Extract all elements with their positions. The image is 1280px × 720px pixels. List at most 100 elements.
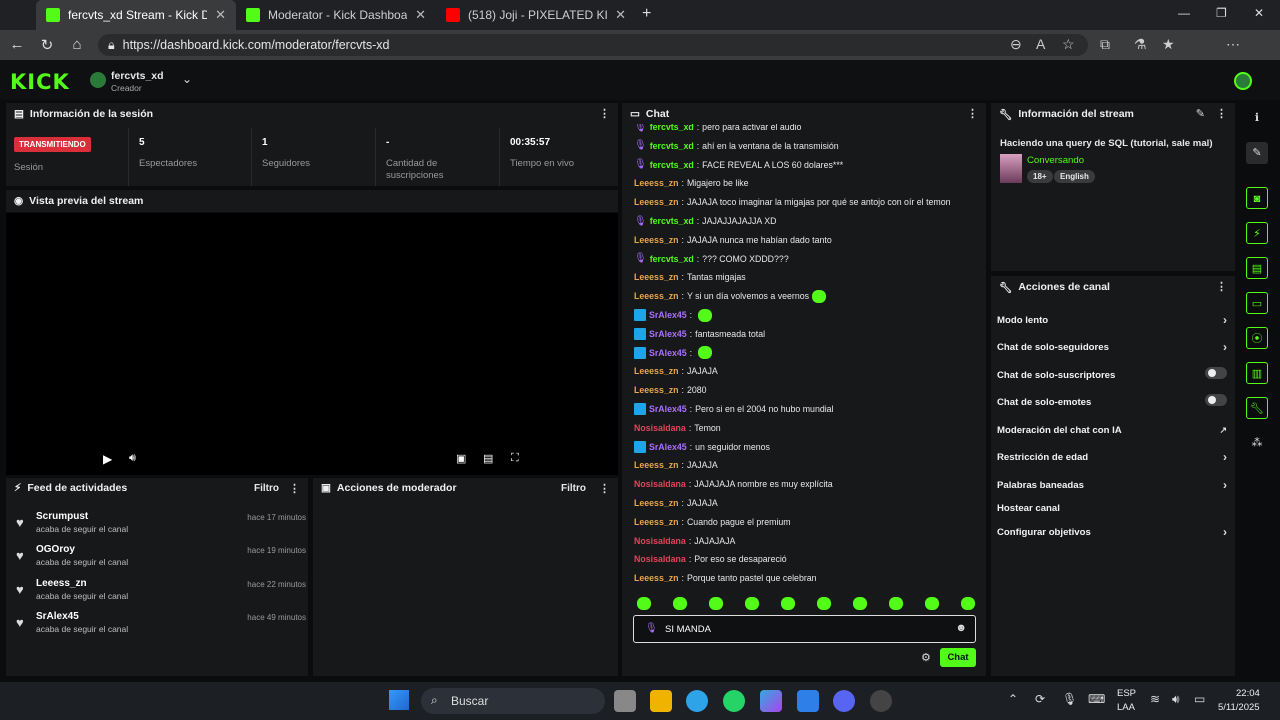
home-icon[interactable]: ⌂	[62, 36, 92, 53]
emote-icon[interactable]	[745, 597, 759, 610]
channel-action-item[interactable]: Chat de solo-seguidores ›	[997, 340, 1227, 354]
chat-input[interactable]: 🎙︎ SI MANDA ☻	[633, 615, 976, 643]
camera-icon[interactable]: ◙	[1246, 187, 1268, 209]
channel-action-item[interactable]: Hostear canal	[997, 503, 1227, 514]
feed-filter-button[interactable]: Filtro	[254, 483, 279, 494]
chat-username[interactable]: Leeess_zn	[634, 197, 679, 207]
chat-username[interactable]: Leeess_zn	[634, 517, 679, 527]
obs-icon[interactable]	[870, 690, 892, 712]
clock-date[interactable]: 5/11/2025	[1218, 702, 1260, 713]
channel-action-item[interactable]: Chat de solo-emotes	[997, 394, 1227, 408]
emote-icon[interactable]	[961, 597, 975, 610]
favorites-icon[interactable]: ★	[1162, 36, 1175, 53]
kebab-menu-icon[interactable]: ⋮	[289, 482, 300, 495]
emote-icon[interactable]	[637, 597, 651, 610]
tray-chevron-icon[interactable]: ⌃	[1008, 692, 1018, 706]
discord-icon[interactable]	[833, 690, 855, 712]
extensions-icon[interactable]: ⧉	[1100, 36, 1110, 53]
stream-preview-video[interactable]	[6, 213, 618, 475]
chat-username[interactable]: fercvts_xd	[650, 141, 694, 151]
channel-action-item[interactable]: Palabras baneadas ›	[997, 478, 1227, 492]
miniplayer-icon[interactable]: ▣	[456, 452, 466, 465]
play-icon[interactable]: ▶	[103, 452, 112, 466]
tab-dashboard[interactable]: fercvts_xd Stream - Kick Dashboa ✕	[36, 0, 236, 30]
url-field[interactable]: 🔒︎ https://dashboard.kick.com/moderator/…	[98, 34, 1088, 56]
zoom-icon[interactable]: ⊖	[1010, 36, 1022, 53]
chat-icon[interactable]: ▭	[1246, 292, 1268, 314]
mod-filter-button[interactable]: Filtro	[561, 483, 586, 494]
chat-username[interactable]: Nosisaldana	[634, 554, 686, 564]
chat-username[interactable]: SrAlex45	[649, 404, 687, 414]
new-tab-icon[interactable]: +	[642, 5, 651, 23]
wifi-icon[interactable]: ≋	[1150, 692, 1160, 706]
chat-username[interactable]: fercvts_xd	[650, 254, 694, 264]
reload-icon[interactable]: ↻	[32, 36, 62, 54]
chat-username[interactable]: Nosisaldana	[634, 479, 686, 489]
more-icon[interactable]: ⋯	[1226, 36, 1240, 53]
favorite-icon[interactable]: ☆	[1062, 36, 1075, 53]
edge-icon[interactable]	[686, 690, 708, 712]
info-icon[interactable]: ℹ	[1246, 107, 1268, 129]
tab-moderator[interactable]: Moderator - Kick Dashboard ✕	[236, 0, 436, 30]
mic-tray-icon[interactable]: 🎙︎	[1062, 692, 1077, 706]
chat-username[interactable]: Leeess_zn	[634, 498, 679, 508]
emote-icon[interactable]	[925, 597, 939, 610]
chat-username[interactable]: fercvts_xd	[650, 124, 694, 132]
chat-username[interactable]: Leeess_zn	[634, 178, 679, 188]
account-avatar[interactable]	[1234, 72, 1252, 90]
chat-username[interactable]: Leeess_zn	[634, 573, 679, 583]
chat-username[interactable]: Leeess_zn	[634, 366, 679, 376]
task-view-icon[interactable]	[614, 690, 636, 712]
kebab-menu-icon[interactable]: ⋮	[1216, 280, 1227, 293]
extension2-icon[interactable]: ⚗	[1134, 36, 1147, 53]
lightning-icon[interactable]: ⚡︎	[1246, 222, 1268, 244]
chat-username[interactable]: Nosisaldana	[634, 423, 686, 433]
broadcast-icon[interactable]: ⦿	[1246, 327, 1268, 349]
close-tab-icon[interactable]: ✕	[215, 7, 226, 23]
chat-settings-icon[interactable]: ⚙	[921, 651, 931, 664]
emoji-icon[interactable]: ☻	[955, 622, 967, 634]
toggle-switch[interactable]	[1205, 394, 1227, 406]
emote-icon[interactable]	[709, 597, 723, 610]
whatsapp-icon[interactable]	[723, 690, 745, 712]
minimize-icon[interactable]: —	[1178, 6, 1190, 20]
tab-youtube[interactable]: (518) Joji - PIXELATED KISSES - Yo ✕	[436, 0, 636, 30]
battery-icon[interactable]: ▭	[1194, 692, 1205, 706]
document-icon[interactable]: ▤	[1246, 257, 1268, 279]
speaker-icon[interactable]: 🔊︎	[1172, 692, 1180, 707]
channel-action-item[interactable]: Configurar objetivos ›	[997, 525, 1227, 539]
fullscreen-icon[interactable]: ⛶	[511, 452, 519, 465]
windows-start-icon[interactable]	[389, 690, 409, 710]
clock-time[interactable]: 22:04	[1236, 688, 1260, 699]
chat-username[interactable]: fercvts_xd	[650, 160, 694, 170]
close-tab-icon[interactable]: ✕	[615, 7, 626, 23]
maximize-icon[interactable]: ❐	[1216, 6, 1227, 20]
volume-icon[interactable]: 🔊︎	[129, 452, 136, 465]
chat-username[interactable]: SrAlex45	[649, 329, 687, 339]
chevron-down-icon[interactable]: ⌄	[182, 72, 192, 86]
chat-send-button[interactable]: Chat	[940, 648, 976, 667]
chat-username[interactable]: SrAlex45	[649, 442, 687, 452]
panel-icon[interactable]: ▥	[1246, 362, 1268, 384]
kebab-menu-icon[interactable]: ⋮	[599, 482, 610, 495]
kebab-menu-icon[interactable]: ⋮	[967, 107, 978, 120]
file-explorer-icon[interactable]	[650, 690, 672, 712]
taskbar-search[interactable]: ⌕ Buscar	[421, 688, 605, 714]
language-code[interactable]: ESP	[1117, 688, 1136, 699]
chat-username[interactable]: Nosisaldana	[634, 536, 686, 546]
read-aloud-icon[interactable]: A	[1036, 36, 1045, 52]
emote-icon[interactable]	[781, 597, 795, 610]
toggle-switch[interactable]	[1205, 367, 1227, 379]
channel-action-item[interactable]: Modo lento ›	[997, 313, 1227, 327]
sync-icon[interactable]: ⟳	[1035, 692, 1045, 706]
kebab-menu-icon[interactable]: ⋮	[599, 107, 610, 120]
emote-icon[interactable]	[853, 597, 867, 610]
copilot-app-icon[interactable]	[760, 690, 782, 712]
keyboard-icon[interactable]: ⌨	[1088, 692, 1105, 706]
chat-username[interactable]: SrAlex45	[649, 310, 687, 320]
channel-action-item[interactable]: Chat de solo-suscriptores	[997, 367, 1227, 381]
emote-icon[interactable]	[889, 597, 903, 610]
back-icon[interactable]: ←	[2, 36, 32, 53]
wrench-icon[interactable]: 🔧︎	[1246, 397, 1268, 419]
chat-username[interactable]: Leeess_zn	[634, 235, 679, 245]
